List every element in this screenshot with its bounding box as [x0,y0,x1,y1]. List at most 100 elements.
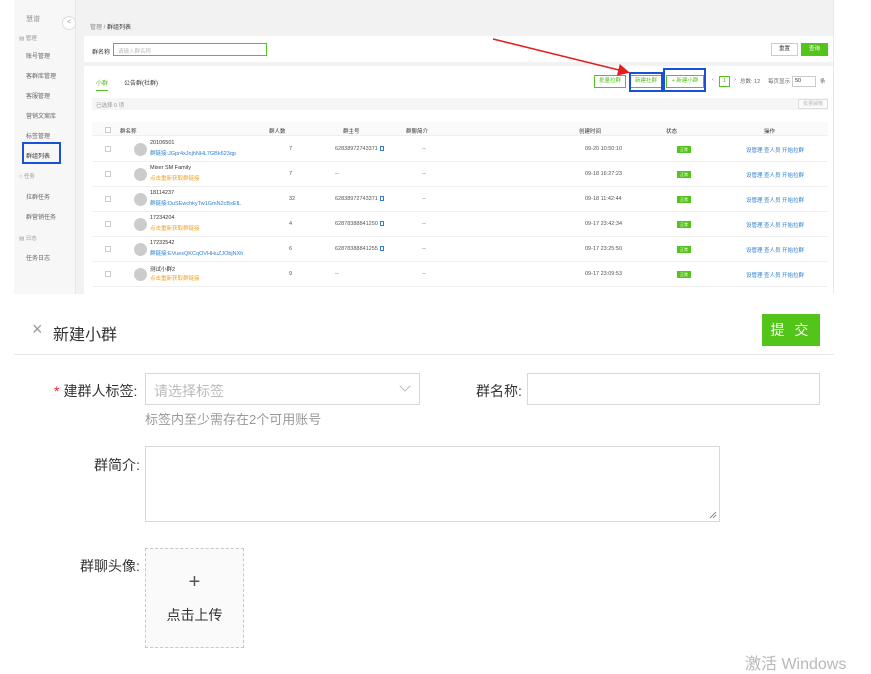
group-intro: -- [422,246,426,252]
group-intro: -- [422,271,426,277]
group-avatar [134,193,147,206]
sidebar-item-customer-lib[interactable]: 客群库管理 [26,71,56,80]
avatar-upload[interactable]: + 点击上传 [145,548,244,648]
windows-activation-watermark: 激活 Windows [745,656,847,673]
row-checkbox[interactable] [105,271,111,277]
created-time: 09-18 16:27:23 [585,171,623,177]
member-count: 7 [289,171,293,177]
created-time: 09-17 23:09:53 [585,271,623,277]
tab-community-group[interactable]: 公告群(社群) [124,78,158,87]
sidebar-item-service[interactable]: 客服管理 [26,91,50,100]
per-page-label: 每页显示 [768,79,791,85]
member-count: 4 [289,221,293,227]
col-created: 创建时间 [579,129,602,135]
table-row: 20106501 群链接:JGpr4xJnjhNHL7GBk623qp 7 62… [92,137,828,162]
owner-number: 6283897274337​1 [335,196,384,202]
copy-icon[interactable] [379,221,384,226]
page-size-select[interactable]: 50 [792,76,816,87]
group-intro: -- [422,196,426,202]
row-checkbox[interactable] [105,171,111,177]
group-name: 18114237 [150,190,175,196]
highlight-box-small-group [663,68,706,92]
avatar-label: 群聊头像: [80,558,140,574]
col-actions: 操作 [764,129,776,135]
col-intro: 群聊简介 [406,129,429,135]
group-link[interactable]: 群链接:EVuesQKCqOVHHuZJObjNXh [150,249,243,257]
page-number[interactable]: 1 [719,76,730,87]
group-intro: -- [422,171,426,177]
owner-number: 6287838884125​5 [335,246,384,252]
created-time: 09-20 10:50:10 [585,146,623,152]
select-all-checkbox[interactable] [105,127,111,133]
group-intro: -- [422,146,426,152]
next-page-button[interactable]: › [734,77,736,83]
sidebar-item-task-log[interactable]: 任务日志 [26,253,50,262]
table-row: 测试小群2 点击重新获取群链接 9 -- -- 09-17 23:09:53 正… [92,262,828,287]
highlight-box-sidebar [22,142,61,164]
row-actions[interactable]: 设管理 查人员 开始拉群 [746,246,804,254]
col-status: 状态 [666,129,678,135]
refresh-link[interactable]: 点击重新获取群链接 [150,224,200,232]
resize-handle-icon[interactable] [709,511,717,519]
row-checkbox[interactable] [105,246,111,252]
row-actions[interactable]: 设管理 查人员 开始拉群 [746,146,804,154]
status-badge: 正常 [677,221,691,228]
group-link[interactable]: 群链接:DuSEwchkyTw1GmN2cBsEfL [150,199,241,207]
copy-icon[interactable] [379,146,384,151]
row-actions[interactable]: 设管理 查人员 开始拉群 [746,271,804,279]
copy-icon[interactable] [379,246,384,251]
sidebar-item-pull-task[interactable]: 拉群任务 [26,192,50,201]
col-member-count: 群人数 [269,129,286,135]
row-checkbox[interactable] [105,196,111,202]
reset-button[interactable]: 重置 [771,43,798,56]
owner-number: 6283897274337​1 [335,146,384,152]
group-name-filter-input[interactable]: 请输入群名称 [113,43,267,56]
table-header [92,122,828,136]
sidebar-item-tags[interactable]: 标签管理 [26,131,50,140]
refresh-link[interactable]: 点击重新获取群链接 [150,274,200,282]
owner-number: 6287838884125​0 [335,221,384,227]
tag-hint: 标签内至少需存在2个可用账号 [145,412,322,427]
group-name-input[interactable] [527,373,820,405]
submit-button[interactable]: 提 交 [762,314,820,346]
col-owner: 群主号 [343,129,360,135]
row-checkbox[interactable] [105,146,111,152]
member-count: 9 [289,271,293,277]
table-row: 17232542 群链接:EVuesQKCqOVHHuZJObjNXh 6 62… [92,237,828,262]
group-name: 测试小群2 [150,267,176,273]
sidebar-item-copy-lib[interactable]: 营销文案库 [26,111,56,120]
refresh-link[interactable]: 点击重新获取群链接 [150,174,200,182]
row-checkbox[interactable] [105,221,111,227]
group-name: Mixer SM Family [150,165,191,171]
copy-icon[interactable] [379,196,384,201]
sidebar-group-logs: ▤ 日志 [19,236,37,242]
tag-select-placeholder: 请选择标签 [154,383,224,399]
owner-number: -- [335,171,339,177]
group-intro: -- [422,221,426,227]
group-avatar [134,218,147,231]
member-count: 32 [289,196,296,202]
collapse-button[interactable]: < [62,16,76,30]
status-badge: 正常 [677,196,691,203]
tag-select[interactable]: 请选择标签 [145,373,420,405]
batch-pull-button[interactable]: 批量拉群 [594,75,626,88]
table-row: 18114237 群链接:DuSEwchkyTw1GmN2cBsEfL 32 6… [92,187,828,212]
intro-textarea[interactable] [145,446,720,522]
group-link[interactable]: 群链接:JGpr4xJnjhNHL7GBk623qp [150,149,236,157]
query-button[interactable]: 查询 [801,43,828,56]
group-name-label: 群名称: [476,383,522,399]
row-actions[interactable]: 设管理 查人员 开始拉群 [746,196,804,204]
status-badge: 正常 [677,246,691,253]
tab-small-group[interactable]: 小群 [96,78,109,91]
close-icon[interactable]: × [32,320,43,338]
intro-label: 群简介: [94,457,140,473]
owner-number: -- [335,271,339,277]
sidebar-item-accounts[interactable]: 账号管理 [26,51,50,60]
per-page-unit: 条 [820,79,826,85]
sidebar-item-marketing-task[interactable]: 群营销任务 [26,212,56,221]
row-actions[interactable]: 设管理 查人员 开始拉群 [746,221,804,229]
row-actions[interactable]: 设管理 查人员 开始拉群 [746,171,804,179]
prev-page-button[interactable]: ‹ [712,77,714,83]
batch-dismiss-button[interactable]: 批量解散 [798,99,828,109]
sidebar-logo: 慧谱 [26,16,40,23]
